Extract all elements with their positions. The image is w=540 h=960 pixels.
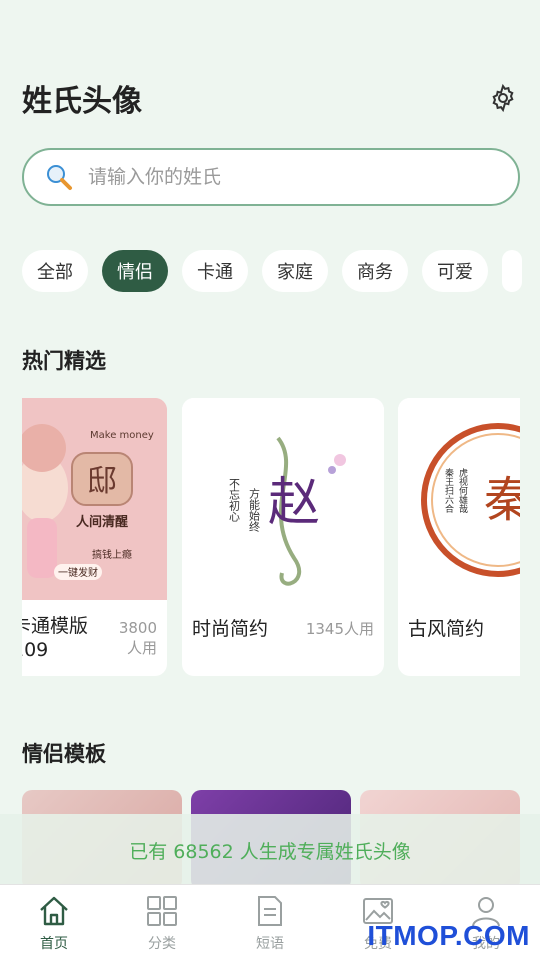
card-text: 虎视何雄哉 (457, 467, 468, 513)
template-name: 卡通模版 109 (22, 615, 89, 661)
template-thumbnail: 邸 Make money 人间清醒 搞钱上瘾 一键发财 (22, 398, 167, 600)
section-title-couple: 情侣模板 (22, 742, 106, 766)
card-char: 赵 (268, 473, 320, 533)
chip-business[interactable]: 商务 (342, 250, 408, 292)
tab-home[interactable]: 首页 (0, 885, 108, 960)
stats-banner: 已有 68562 人生成专属姓氏头像 (0, 814, 540, 886)
card-text: 秦王扫六合 (443, 467, 454, 514)
section-title-hot: 热门精选 (22, 349, 106, 373)
chip-couple[interactable]: 情侣 (102, 250, 168, 292)
card-text: 人间清醒 (76, 514, 128, 530)
tab-label: 首页 (40, 936, 68, 952)
card-text: 方能始终 (248, 487, 261, 533)
template-name: 古风简约 (408, 618, 485, 640)
watermark: ITMOP.COM (367, 920, 530, 951)
tab-category[interactable]: 分类 (108, 885, 216, 960)
template-uses: 3800 人用 (118, 619, 157, 657)
card-text: 搞钱上瘾 (92, 548, 132, 561)
chip-cartoon[interactable]: 卡通 (182, 250, 248, 292)
gear-icon[interactable] (488, 83, 518, 113)
page-title: 姓氏头像 (22, 84, 142, 119)
document-icon (252, 893, 288, 929)
card-text: 一键发财 (58, 566, 98, 579)
search-input[interactable] (88, 166, 448, 188)
chip-more[interactable] (502, 250, 522, 292)
search-bar[interactable] (22, 148, 520, 206)
chip-cute[interactable]: 可爱 (422, 250, 488, 292)
tab-label: 短语 (256, 936, 284, 952)
template-thumbnail: 秦 秦王扫六合 虎视何雄哉 (398, 398, 520, 600)
category-chips: 全部 情侣 卡通 家庭 商务 可爱 (22, 250, 540, 292)
grid-icon (144, 893, 180, 929)
search-icon (44, 162, 74, 192)
template-card[interactable]: 赵 不忘初心 方能始终 时尚简约 1345人用 (182, 398, 384, 676)
chip-family[interactable]: 家庭 (262, 250, 328, 292)
tab-label: 分类 (148, 936, 176, 952)
template-name: 时尚简约 (192, 618, 269, 640)
tab-phrases[interactable]: 短语 (216, 885, 324, 960)
hot-carousel[interactable]: 邸 Make money 人间清醒 搞钱上瘾 一键发财 卡通模版 109 380… (22, 398, 520, 678)
template-uses: 1345人用 (305, 620, 374, 638)
template-thumbnail: 赵 不忘初心 方能始终 (182, 398, 384, 600)
card-text: Make money (90, 430, 154, 441)
header: 姓氏头像 (22, 76, 518, 120)
home-icon (36, 893, 72, 929)
card-char: 秦 (484, 472, 520, 528)
chip-all[interactable]: 全部 (22, 250, 88, 292)
card-char: 邸 (87, 464, 117, 499)
template-card[interactable]: 秦 秦王扫六合 虎视何雄哉 古风简约 (398, 398, 520, 676)
template-card[interactable]: 邸 Make money 人间清醒 搞钱上瘾 一键发财 卡通模版 109 380… (22, 398, 167, 676)
card-text: 不忘初心 (228, 478, 241, 522)
